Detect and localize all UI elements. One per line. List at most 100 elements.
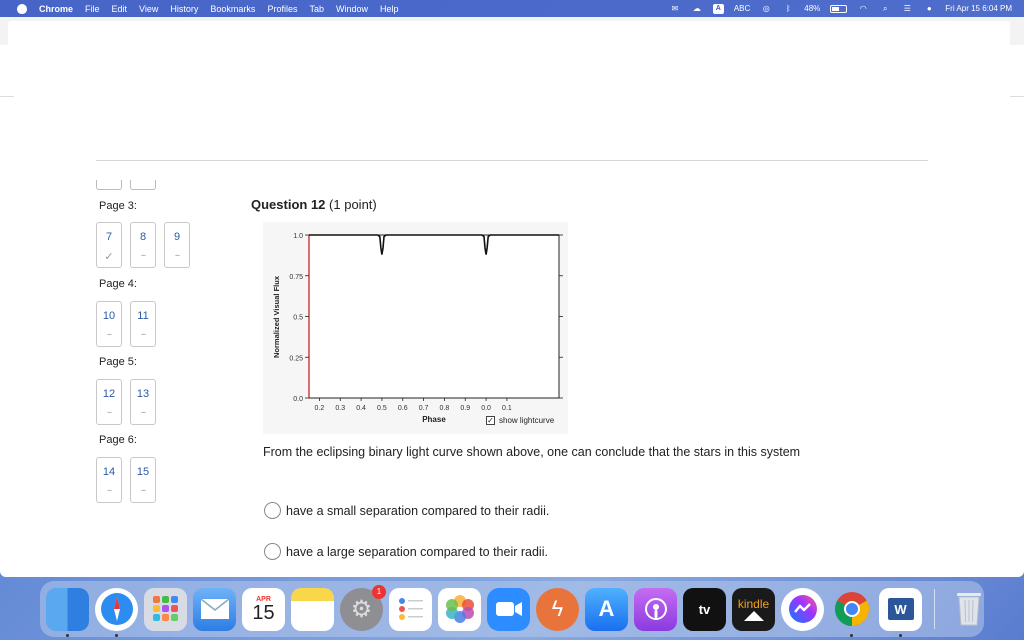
battery-icon[interactable] <box>830 4 848 13</box>
dock-separator <box>934 589 935 629</box>
finder-icon[interactable] <box>46 587 89 637</box>
messenger-icon[interactable] <box>781 587 824 631</box>
show-lightcurve-toggle[interactable]: ✓ show lightcurve <box>486 416 554 425</box>
light-curve-chart: 0.0 0.25 0.5 0.75 1.0 0.2 0.3 0.4 0.5 0.6 0.7 0.8 0.… <box>263 222 568 434</box>
question-box-11[interactable]: 11 -- <box>130 301 156 347</box>
page-label-6: Page 6: <box>99 434 137 446</box>
apple-tv-label: tv <box>698 601 711 617</box>
previous-question-box-stub[interactable] <box>130 180 156 190</box>
question-box-12[interactable]: 12 -- <box>96 379 122 425</box>
x-tick-label: 0.6 <box>398 405 408 412</box>
menu-history[interactable]: History <box>170 4 198 14</box>
dock: APR 15 ⚙ 1 ϟ A tv kindle W <box>40 581 984 637</box>
cloud-sync-icon[interactable]: ☁ <box>691 3 703 14</box>
question-status: -- <box>107 407 112 417</box>
kindle-label: kindle <box>737 597 770 611</box>
photos-icon[interactable] <box>438 587 481 631</box>
page-label-3: Page 3: <box>99 200 137 212</box>
y-tick-label: 0.25 <box>289 355 303 362</box>
zoom-icon[interactable] <box>487 587 530 631</box>
x-tick-label: 0.5 <box>377 405 387 412</box>
menu-profiles[interactable]: Profiles <box>267 4 297 14</box>
question-number: 12 <box>102 388 116 400</box>
page-label-5: Page 5: <box>99 356 137 368</box>
x-tick-label: 0.4 <box>356 405 366 412</box>
show-lightcurve-label: show lightcurve <box>499 416 555 425</box>
apple-logo-icon[interactable] <box>17 3 27 14</box>
answer-option-1[interactable]: have a small separation compared to thei… <box>264 502 549 519</box>
trash-icon[interactable] <box>947 588 990 631</box>
kindle-icon[interactable]: kindle <box>732 587 775 631</box>
siri-icon[interactable]: ● <box>923 3 935 14</box>
mail-icon[interactable] <box>193 587 236 631</box>
notification-badge: 1 <box>372 584 386 599</box>
question-box-9[interactable]: 9 -- <box>164 222 190 268</box>
question-number-title: Question 12 <box>251 197 326 212</box>
question-points: (1 point) <box>329 197 377 212</box>
question-box-10[interactable]: 10 -- <box>96 301 122 347</box>
question-box-7[interactable]: 7 ✓ <box>96 222 122 268</box>
chrome-icon[interactable] <box>830 588 873 637</box>
word-icon[interactable]: W <box>879 587 922 637</box>
question-number: 14 <box>102 466 116 478</box>
menu-tab[interactable]: Tab <box>309 4 324 14</box>
battery-percent: 48% <box>804 4 821 13</box>
question-number: 15 <box>136 466 150 478</box>
x-axis-label: Phase <box>422 415 446 424</box>
show-lightcurve-checkbox[interactable]: ✓ <box>486 416 495 425</box>
menu-window[interactable]: Window <box>336 4 368 14</box>
menu-help[interactable]: Help <box>380 4 399 14</box>
word-letter: W <box>887 598 914 620</box>
question-box-14[interactable]: 14 -- <box>96 457 122 503</box>
x-tick-label: 0.0 <box>481 405 491 412</box>
launchpad-icon[interactable] <box>144 587 187 631</box>
answer-option-text: have a large separation compared to thei… <box>286 544 548 559</box>
control-center-icon[interactable]: ☰ <box>901 3 913 14</box>
question-number: 8 <box>139 231 147 243</box>
question-status: -- <box>141 485 146 495</box>
menu-app-chrome[interactable]: Chrome <box>39 4 73 14</box>
y-tick-label: 1.0 <box>293 233 303 240</box>
input-source-icon[interactable]: A <box>712 3 724 14</box>
content-divider <box>96 160 928 161</box>
y-tick-label: 0.0 <box>293 396 303 403</box>
question-box-8[interactable]: 8 -- <box>130 222 156 268</box>
reminders-icon[interactable] <box>389 587 432 631</box>
question-status: -- <box>175 250 180 260</box>
question-box-13[interactable]: 13 -- <box>130 379 156 425</box>
app-store-icon[interactable]: A <box>585 587 628 631</box>
answer-radio-2[interactable] <box>264 543 281 560</box>
previous-question-box-stub[interactable] <box>96 180 122 190</box>
gmail-icon[interactable]: ✉ <box>669 3 681 14</box>
bluetooth-icon[interactable]: ᛒ <box>782 3 794 14</box>
question-status: -- <box>141 407 146 417</box>
menu-bar: Chrome File Edit View History Bookmarks … <box>0 0 1024 17</box>
left-divider <box>0 96 14 97</box>
input-source-label[interactable]: ABC <box>734 4 750 13</box>
x-tick-label: 0.3 <box>335 405 345 412</box>
answer-option-2[interactable]: have a large separation compared to thei… <box>264 543 548 560</box>
right-divider <box>1010 96 1024 97</box>
apple-tv-icon[interactable]: tv <box>683 587 726 631</box>
podcasts-icon[interactable] <box>634 587 677 631</box>
light-curve-svg: 0.0 0.25 0.5 0.75 1.0 0.2 0.3 0.4 0.5 0.6 0.7 0.8 0.… <box>272 233 563 424</box>
question-box-15[interactable]: 15 -- <box>130 457 156 503</box>
spotlight-search-icon[interactable]: ⌕ <box>879 3 891 14</box>
calendar-day: 15 <box>252 601 275 624</box>
menu-edit[interactable]: Edit <box>112 4 128 14</box>
clock[interactable]: Fri Apr 15 6:04 PM <box>945 4 1012 13</box>
safari-icon[interactable] <box>95 587 138 637</box>
spark-icon[interactable]: ϟ <box>536 587 579 631</box>
calendar-icon[interactable]: APR 15 <box>242 587 285 631</box>
y-tick-label: 0.5 <box>293 315 303 322</box>
menu-view[interactable]: View <box>139 4 158 14</box>
x-tick-label: 0.9 <box>460 405 470 412</box>
system-preferences-icon[interactable]: ⚙ 1 <box>340 584 386 631</box>
menu-bookmarks[interactable]: Bookmarks <box>210 4 255 14</box>
menu-file[interactable]: File <box>85 4 100 14</box>
question-status: -- <box>141 250 146 260</box>
wifi-icon[interactable]: ◠ <box>857 3 869 14</box>
answer-radio-1[interactable] <box>264 502 281 519</box>
notes-icon[interactable] <box>291 587 334 631</box>
creative-cloud-icon[interactable]: ◎ <box>760 3 772 14</box>
